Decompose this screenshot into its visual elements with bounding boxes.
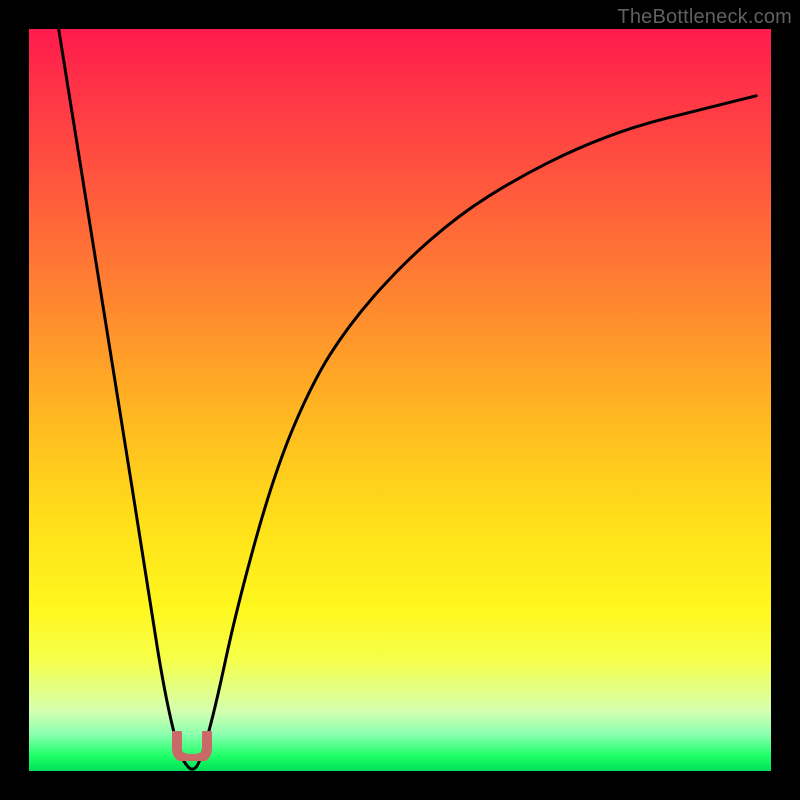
- watermark-text: TheBottleneck.com: [617, 6, 792, 29]
- chart-background-gradient: [29, 29, 771, 771]
- chart-frame: [29, 29, 771, 771]
